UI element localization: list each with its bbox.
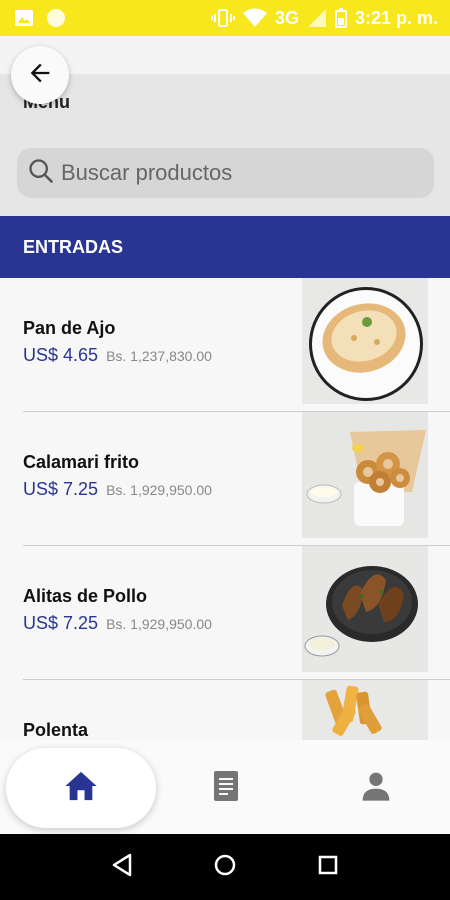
bottom-navigation bbox=[0, 740, 450, 834]
profile-icon bbox=[360, 770, 392, 807]
home-circle-icon bbox=[213, 853, 237, 882]
product-price-usd: US$ 4.65 bbox=[23, 345, 99, 365]
system-home-button[interactable] bbox=[205, 847, 245, 887]
search-icon bbox=[27, 157, 55, 190]
search-input[interactable] bbox=[61, 160, 411, 186]
system-navigation-bar bbox=[0, 834, 450, 900]
product-name: Polenta bbox=[23, 720, 89, 740]
fried-calamari-image bbox=[302, 412, 428, 538]
product-price-usd: US$ 7.25 bbox=[23, 479, 99, 499]
nav-home-button[interactable] bbox=[6, 748, 156, 828]
clock: 3:21 p. m. bbox=[354, 7, 438, 28]
battery-icon bbox=[334, 8, 347, 28]
wifi-icon bbox=[242, 8, 267, 28]
nav-orders-button[interactable] bbox=[210, 770, 242, 806]
back-icon bbox=[111, 853, 133, 882]
product-name: Alitas de Pollo bbox=[23, 586, 148, 606]
product-item[interactable]: Pan de Ajo US$ 4.65 Bs. 1,237,830.00 bbox=[0, 278, 450, 412]
product-item[interactable]: Calamari frito US$ 7.25 Bs. 1,929,950.00 bbox=[0, 412, 450, 546]
category-title: ENTRADAS bbox=[23, 236, 124, 257]
product-price-bs: Bs. 1,929,950.00 bbox=[106, 482, 212, 498]
circle-notification-icon bbox=[46, 8, 66, 28]
product-list[interactable]: Pan de Ajo US$ 4.65 Bs. 1,237,830.00 Cal… bbox=[0, 278, 450, 740]
category-header: ENTRADAS bbox=[0, 216, 450, 278]
nav-profile-button[interactable] bbox=[359, 770, 393, 806]
garlic-bread-image bbox=[302, 278, 428, 404]
vibrate-icon bbox=[210, 8, 235, 28]
search-bar[interactable] bbox=[17, 148, 434, 198]
product-name: Pan de Ajo bbox=[23, 318, 116, 338]
product-item[interactable]: Alitas de Pollo US$ 7.25 Bs. 1,929,950.0… bbox=[0, 546, 450, 680]
signal-icon bbox=[307, 8, 327, 28]
network-type: 3G bbox=[274, 7, 299, 28]
status-bar: 3G 3:21 p. m. bbox=[0, 0, 450, 36]
polenta-image bbox=[302, 680, 428, 740]
recents-icon bbox=[317, 854, 339, 881]
home-icon bbox=[64, 770, 98, 807]
product-price-usd: US$ 7.25 bbox=[23, 613, 99, 633]
orders-icon bbox=[213, 770, 239, 807]
product-price-bs: Bs. 1,237,830.00 bbox=[106, 348, 212, 364]
product-item[interactable]: Polenta bbox=[0, 680, 450, 740]
image-notification-icon bbox=[14, 9, 34, 27]
product-price-bs: Bs. 1,929,950.00 bbox=[106, 616, 212, 632]
system-recents-button[interactable] bbox=[308, 847, 348, 887]
chicken-wings-image bbox=[302, 546, 428, 672]
product-name: Calamari frito bbox=[23, 452, 140, 472]
system-back-button[interactable] bbox=[102, 847, 142, 887]
arrow-left-icon bbox=[26, 59, 54, 92]
back-button[interactable] bbox=[11, 46, 69, 104]
